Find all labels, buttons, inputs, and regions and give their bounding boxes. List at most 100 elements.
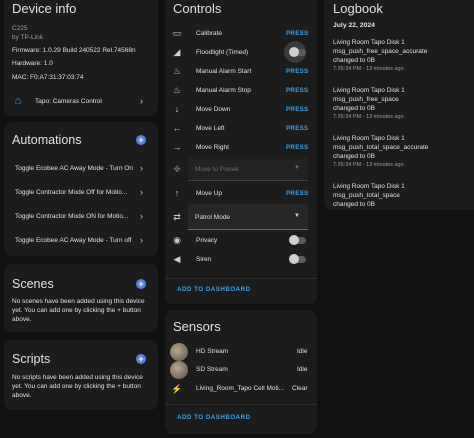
entry-entity-link[interactable]: Living Room Tapo Disk 1 bbox=[333, 87, 405, 94]
control-label: Move Left bbox=[196, 125, 225, 132]
automations-card: Automations + Toggle Ecobee AC Away Mode… bbox=[4, 122, 158, 256]
move-right-press-button[interactable]: PRESS bbox=[286, 144, 308, 151]
select-label: Move to Preset bbox=[195, 166, 239, 173]
arrow-up-icon: ↑ bbox=[174, 188, 180, 198]
entry-change: changed to 0B bbox=[333, 105, 375, 112]
device-manufacturer[interactable]: by TP-Link bbox=[12, 34, 43, 41]
automation-item[interactable]: Toggle Ecobee AC Away Mode - Turn off › bbox=[4, 233, 158, 249]
automation-label: Toggle Ecobee AC Away Mode - Turn off bbox=[15, 237, 132, 244]
move-icon: ✥ bbox=[173, 164, 181, 174]
sensor-value: Idle bbox=[297, 366, 308, 373]
arrow-down-icon: ↓ bbox=[174, 104, 180, 114]
device-model: C225 bbox=[12, 25, 28, 32]
sensors-title: Sensors bbox=[173, 319, 221, 334]
patrol-mode-select[interactable]: Patrol Mode ▼ bbox=[188, 204, 308, 230]
add-automation-icon[interactable]: + bbox=[136, 135, 146, 145]
arrow-right-icon: → bbox=[172, 142, 182, 152]
automation-item[interactable]: Toggle Contractor Mode Off for Motio... … bbox=[4, 185, 158, 201]
device-hardware: Hardware: 1.0 bbox=[12, 60, 53, 67]
control-row-move-up: ↑ Move Up PRESS bbox=[165, 186, 317, 200]
device-firmware: Firmware: 1.0.29 Build 240522 Rel.74568n bbox=[12, 47, 136, 54]
logbook-entry: Living Room Tapo Disk 1 msg_push_total_s… bbox=[324, 135, 474, 175]
scripts-card: Scripts + No scripts have been added usi… bbox=[4, 340, 158, 410]
move-up-press-button[interactable]: PRESS bbox=[286, 190, 308, 197]
entry-entity-link[interactable]: Living Room Tapo Disk 1 bbox=[333, 39, 405, 46]
move-left-press-button[interactable]: PRESS bbox=[286, 125, 308, 132]
automations-title: Automations bbox=[12, 133, 82, 147]
control-row-alarm-stop: ♨ Manual Alarm Stop PRESS bbox=[165, 83, 317, 97]
scripts-title: Scripts bbox=[12, 352, 51, 366]
sensor-value: Idle bbox=[297, 348, 308, 355]
add-scene-icon[interactable]: + bbox=[136, 279, 146, 289]
control-label: Move Down bbox=[196, 106, 231, 113]
control-row-move-preset: ✥ Move to Preset ▼ bbox=[165, 157, 317, 181]
chevron-right-icon: › bbox=[140, 235, 143, 245]
controls-title: Controls bbox=[173, 1, 222, 16]
logbook-date: July 22, 2024 bbox=[333, 22, 375, 29]
entry-time: 7:26:34 PM - 13 minutes ago bbox=[333, 66, 404, 72]
alarm-start-press-button[interactable]: PRESS bbox=[286, 68, 308, 75]
entry-change: changed to 0B bbox=[333, 201, 375, 208]
sensors-add-to-dashboard-button[interactable]: ADD TO DASHBOARD bbox=[177, 414, 251, 421]
entry-entity-link[interactable]: Living Room Tapo Disk 1 bbox=[333, 183, 405, 190]
control-row-alarm-start: ♨ Manual Alarm Start PRESS bbox=[165, 64, 317, 78]
siren-icon: ◀ bbox=[173, 254, 181, 264]
camera-thumbnail bbox=[170, 361, 188, 379]
control-row-patrol-mode: ⇄ Patrol Mode ▼ bbox=[165, 204, 317, 230]
control-label: Manual Alarm Start bbox=[196, 68, 252, 75]
controls-card: Controls ▭ Calibrate PRESS ◢ Floodlight … bbox=[165, 0, 317, 304]
camera-thumbnail bbox=[170, 343, 188, 361]
automation-label: Toggle Contractor Mode Off for Motio... bbox=[15, 189, 128, 196]
alarm-stop-press-button[interactable]: PRESS bbox=[286, 87, 308, 94]
control-label: Calibrate bbox=[196, 30, 223, 37]
chevron-right-icon: › bbox=[140, 96, 143, 106]
control-label: Move Up bbox=[196, 190, 223, 197]
logbook-card: Logbook July 22, 2024 Living Room Tapo D… bbox=[324, 0, 474, 210]
arrow-left-icon: ← bbox=[172, 123, 182, 133]
logbook-title: Logbook bbox=[333, 1, 383, 16]
control-label: Privacy bbox=[196, 237, 218, 244]
privacy-toggle[interactable] bbox=[289, 235, 306, 245]
tapo-logo-icon: ⌂ bbox=[14, 95, 22, 107]
entry-time: 7:26:34 PM - 13 minutes ago bbox=[333, 114, 404, 120]
logbook-entry: Living Room Tapo Disk 1 msg_push_free_sp… bbox=[324, 39, 474, 79]
sensor-row[interactable]: HD Stream Idle bbox=[165, 342, 317, 362]
select-label: Patrol Mode bbox=[195, 214, 231, 221]
control-label: Floodlight (Timed) bbox=[196, 49, 249, 56]
floodlight-toggle[interactable] bbox=[289, 47, 306, 57]
automation-item[interactable]: Toggle Ecobee AC Away Mode - Turn On › bbox=[4, 161, 158, 177]
calibrate-icon: ▭ bbox=[172, 28, 182, 38]
eye-icon: ◉ bbox=[173, 235, 181, 245]
add-script-icon[interactable]: + bbox=[136, 354, 146, 364]
sensors-divider bbox=[165, 404, 317, 405]
scripts-empty-text: No scripts have been added using this de… bbox=[12, 374, 143, 399]
floodlight-icon: ◢ bbox=[173, 47, 181, 57]
entry-entity-link[interactable]: Living Room Tapo Disk 1 bbox=[333, 135, 405, 142]
chevron-right-icon: › bbox=[140, 163, 143, 173]
entry-attribute: msg_push_total_space_accurate bbox=[333, 144, 429, 151]
device-info-title: Device info bbox=[12, 1, 77, 16]
scenes-card: Scenes + No scenes have been added using… bbox=[4, 264, 158, 332]
scenes-empty-text: No scenes have been added using this dev… bbox=[12, 298, 145, 323]
sensor-value: Clear bbox=[292, 385, 308, 392]
controls-divider bbox=[165, 278, 317, 279]
alarm-icon: ♨ bbox=[172, 66, 182, 76]
integration-row[interactable]: ⌂ Tapo: Cameras Control › bbox=[4, 92, 158, 110]
move-preset-select[interactable]: Move to Preset ▼ bbox=[188, 157, 308, 181]
sensor-label: Living_Room_Tapo Cell Moti... bbox=[196, 385, 285, 392]
control-row-move-right: → Move Right PRESS bbox=[165, 140, 317, 154]
sensor-row[interactable]: ⚡ Living_Room_Tapo Cell Moti... Clear bbox=[165, 380, 317, 398]
siren-toggle[interactable] bbox=[289, 254, 306, 264]
controls-add-to-dashboard-button[interactable]: ADD TO DASHBOARD bbox=[177, 286, 251, 293]
automation-item[interactable]: Toggle Contractor Mode ON for Motio... › bbox=[4, 209, 158, 225]
calibrate-press-button[interactable]: PRESS bbox=[286, 30, 308, 37]
entry-time: 7:26:34 PM - 13 minutes ago bbox=[333, 162, 404, 168]
control-row-floodlight: ◢ Floodlight (Timed) bbox=[165, 41, 317, 63]
sensor-row[interactable]: SD Stream Idle bbox=[165, 360, 317, 380]
dropdown-arrow-icon: ▼ bbox=[294, 213, 300, 219]
motion-sensor-icon: ⚡ bbox=[171, 384, 183, 394]
control-row-privacy: ◉ Privacy bbox=[165, 233, 317, 247]
move-down-press-button[interactable]: PRESS bbox=[286, 106, 308, 113]
device-mac: MAC: F0:A7:31:37:03:74 bbox=[12, 74, 84, 81]
scenes-title: Scenes bbox=[12, 277, 54, 291]
